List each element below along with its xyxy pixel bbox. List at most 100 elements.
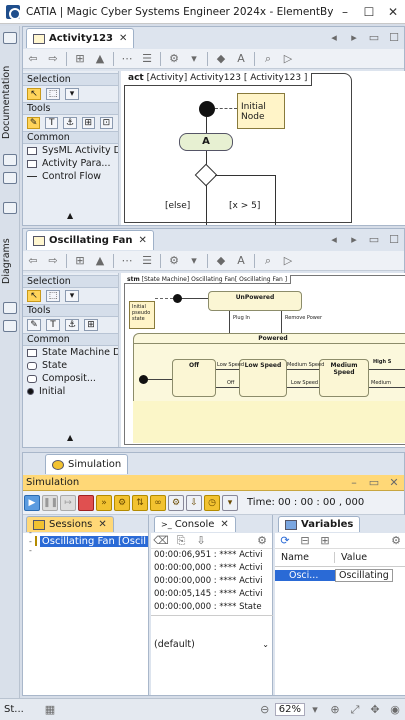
- anchor-tool-icon[interactable]: ⚓: [63, 117, 77, 129]
- run-icon[interactable]: ▷: [280, 52, 296, 66]
- note-tool-icon[interactable]: ✎: [27, 319, 41, 331]
- palette-selection-header[interactable]: Selection: [23, 275, 118, 288]
- settings-icon[interactable]: ⚙: [168, 494, 184, 511]
- activity-canvas[interactable]: act [Activity] Activity123 [ Activity123…: [121, 71, 405, 225]
- dropdown-icon[interactable]: ▾: [186, 254, 202, 268]
- pointer-tool-icon[interactable]: ↖: [27, 88, 41, 100]
- layout-icon[interactable]: ⊞: [72, 254, 88, 268]
- palette-item-composite[interactable]: Composit...: [23, 372, 118, 385]
- zoom-dropdown-icon[interactable]: ▾: [307, 703, 323, 717]
- col-name[interactable]: Name: [275, 552, 335, 563]
- initial-node-note[interactable]: Initial Node: [237, 93, 285, 129]
- status-icon[interactable]: ▦: [42, 703, 58, 717]
- palette-common-header[interactable]: Common: [23, 131, 118, 144]
- next-tab-icon[interactable]: ▸: [346, 31, 362, 45]
- export-icon[interactable]: ⇩: [186, 494, 202, 511]
- dropdown-icon[interactable]: ▾: [186, 52, 202, 66]
- grid-icon[interactable]: ⋯: [119, 254, 135, 268]
- align-icon[interactable]: ☰: [139, 254, 155, 268]
- shape-icon[interactable]: ▲: [92, 254, 108, 268]
- search-icon[interactable]: ⌕: [260, 254, 276, 268]
- tree-icon[interactable]: [3, 320, 17, 332]
- note-tool-icon[interactable]: ✎: [27, 117, 41, 129]
- session-item[interactable]: Oscillating Fan [Oscil: [39, 535, 149, 547]
- link-tool-icon[interactable]: ⊡: [99, 117, 114, 129]
- list-tabs-icon[interactable]: ◂: [326, 31, 342, 45]
- state-low-speed[interactable]: Low Speed: [239, 359, 287, 397]
- sim-close-icon[interactable]: ✕: [386, 476, 402, 490]
- palette-scroll-up-icon[interactable]: ▲: [67, 211, 73, 220]
- diagram-icon[interactable]: [3, 302, 17, 314]
- pointer-tool-icon[interactable]: ↖: [27, 290, 41, 302]
- timer-icon[interactable]: ◷: [204, 494, 220, 511]
- session-row[interactable]: --- Oscillating Fan [Oscil: [23, 528, 149, 555]
- settings-icon[interactable]: ⚙: [166, 52, 182, 66]
- palette-item-state[interactable]: State: [23, 359, 118, 372]
- tab-simulation[interactable]: Simulation: [45, 454, 129, 474]
- settings-icon[interactable]: ⚙: [166, 254, 182, 268]
- maximize-icon[interactable]: ☐: [386, 31, 402, 45]
- clear-console-icon[interactable]: ⌫: [153, 534, 169, 548]
- initial-pseudo-state[interactable]: [173, 294, 182, 303]
- select-more-icon[interactable]: ▾: [65, 290, 79, 302]
- console-context-select[interactable]: (default) ⌄: [151, 635, 273, 653]
- step-into-icon[interactable]: »: [96, 494, 112, 511]
- variables-settings-icon[interactable]: ⚙: [388, 534, 404, 548]
- more-icon[interactable]: ▾: [222, 494, 238, 511]
- run-icon[interactable]: ▷: [280, 254, 296, 268]
- animate-icon[interactable]: ∞: [150, 494, 166, 511]
- state-off[interactable]: Off: [172, 359, 216, 397]
- zoom-in-icon[interactable]: ⊕: [327, 703, 343, 717]
- state-unpowered[interactable]: UnPowered: [208, 291, 302, 311]
- variable-row[interactable]: Osci... Oscillating ...: [275, 567, 405, 583]
- console-settings-icon[interactable]: ⚙: [254, 534, 270, 548]
- zoom-out-icon[interactable]: ⊖: [257, 703, 273, 717]
- forward-icon[interactable]: ⇨: [45, 52, 61, 66]
- next-tab-icon[interactable]: ▸: [346, 233, 362, 247]
- docs-pin-icon[interactable]: [3, 32, 17, 44]
- palette-item-control-flow[interactable]: Control Flow: [23, 170, 118, 183]
- back-icon[interactable]: ⇦: [25, 52, 41, 66]
- fill-icon[interactable]: ◆: [213, 254, 229, 268]
- palette-item-initial[interactable]: Initial: [23, 385, 118, 398]
- search-icon[interactable]: ⌕: [260, 52, 276, 66]
- align-icon[interactable]: ☰: [139, 52, 155, 66]
- grid-icon[interactable]: ⋯: [119, 52, 135, 66]
- font-icon[interactable]: A: [233, 52, 249, 66]
- restore-icon[interactable]: ▭: [366, 233, 382, 247]
- tab-close-icon[interactable]: ✕: [119, 33, 127, 44]
- state-high-speed[interactable]: High S: [373, 359, 391, 365]
- palette-scroll-up-icon[interactable]: ▲: [67, 433, 73, 442]
- initial-node[interactable]: [199, 101, 215, 117]
- maximize-button[interactable]: ☐: [357, 5, 381, 19]
- forward-icon[interactable]: ⇨: [45, 254, 61, 268]
- anchor-tool-icon[interactable]: ⚓: [65, 319, 79, 331]
- pan-icon[interactable]: ✥: [367, 703, 383, 717]
- minimize-button[interactable]: –: [333, 5, 357, 19]
- fit-icon[interactable]: ⤢: [347, 703, 363, 717]
- palette-common-header[interactable]: Common: [23, 333, 118, 346]
- step-icon[interactable]: ↦: [60, 494, 76, 511]
- fill-icon[interactable]: ◆: [213, 52, 229, 66]
- variable-value[interactable]: Oscillating ...: [335, 568, 393, 582]
- close-button[interactable]: ✕: [381, 5, 405, 19]
- copy-icon[interactable]: ⎘: [173, 534, 189, 548]
- state-medium-speed[interactable]: Medium Speed: [319, 359, 369, 397]
- documentation-side-tab[interactable]: Documentation: [1, 54, 19, 150]
- collapse-icon[interactable]: ⊟: [297, 534, 313, 548]
- tab-sessions[interactable]: Sessions ✕: [26, 516, 114, 532]
- refresh-icon[interactable]: ⟳: [277, 534, 293, 548]
- diagrams-side-tab[interactable]: Diagrams: [1, 226, 19, 296]
- col-value[interactable]: Value: [335, 552, 367, 563]
- marquee-tool-icon[interactable]: ⬚: [46, 290, 60, 302]
- action-a[interactable]: A: [179, 133, 233, 151]
- pause-icon[interactable]: ❚❚: [42, 494, 58, 511]
- font-icon[interactable]: A: [233, 254, 249, 268]
- palette-selection-header[interactable]: Selection: [23, 73, 118, 86]
- restore-icon[interactable]: ▭: [366, 31, 382, 45]
- notifications-icon[interactable]: ◉: [387, 703, 403, 717]
- palette-tools-header[interactable]: Tools: [23, 102, 118, 115]
- pseudo-state-note[interactable]: Initial pseudo state: [129, 301, 155, 329]
- select-more-icon[interactable]: ▾: [65, 88, 79, 100]
- shape-icon[interactable]: ▲: [92, 52, 108, 66]
